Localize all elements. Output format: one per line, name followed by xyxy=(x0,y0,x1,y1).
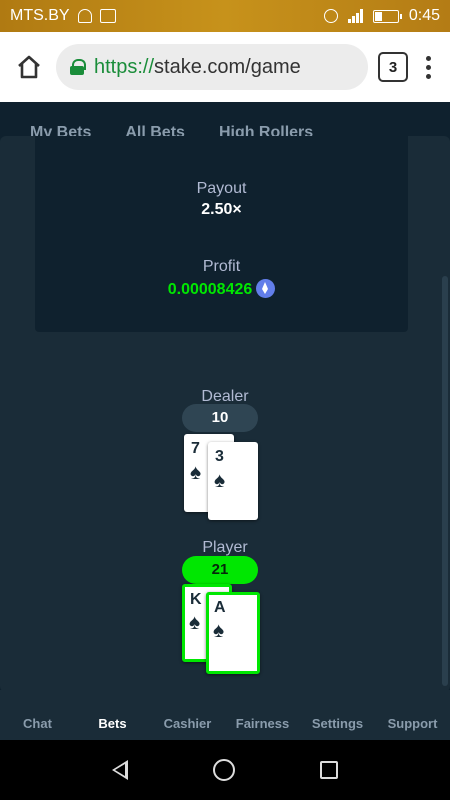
player-score-badge: 21 xyxy=(182,556,258,584)
tab-switcher-button[interactable]: 3 xyxy=(378,52,408,82)
profit-row: 0.00008426 xyxy=(35,279,408,299)
profit-field: Profit 0.00008426 xyxy=(35,258,408,299)
bottom-nav: Chat Bets Cashier Fairness Settings Supp… xyxy=(0,700,450,740)
spade-icon: ♠ xyxy=(189,611,201,634)
home-icon xyxy=(18,55,40,79)
card-rank: 3 xyxy=(215,448,224,465)
nav-fairness[interactable]: Fairness xyxy=(225,716,300,731)
bet-amount-row xyxy=(35,136,408,144)
overflow-menu-button[interactable] xyxy=(418,55,438,79)
bet-details-modal: Payout 2.50× Profit 0.00008426 Dealer 10… xyxy=(0,136,450,692)
nav-bets[interactable]: Bets xyxy=(75,716,150,731)
spade-icon: ♠ xyxy=(214,469,226,492)
browser-toolbar: https://stake.com/game 3 xyxy=(0,32,450,102)
card-rank: K xyxy=(190,591,202,608)
player-card: A ♠ xyxy=(206,592,260,674)
card-rank: 7 xyxy=(191,440,200,457)
address-bar[interactable]: https://stake.com/game xyxy=(56,44,368,90)
ethereum-icon xyxy=(256,279,276,298)
payout-field: Payout 2.50× xyxy=(35,180,408,219)
spade-icon: ♠ xyxy=(190,461,202,484)
dealer-score-badge: 10 xyxy=(182,404,258,432)
nav-divider xyxy=(0,690,450,700)
nav-support[interactable]: Support xyxy=(375,716,450,731)
url-host: stake.com/game xyxy=(154,55,301,78)
page-content: My Bets All Bets High Rollers Payout 2.5… xyxy=(0,102,450,740)
menu-dot-icon xyxy=(425,64,431,70)
bet-result-panel: Payout 2.50× Profit 0.00008426 xyxy=(35,136,408,332)
profit-value: 0.00008426 xyxy=(167,281,253,298)
status-bar: MTS.BY 0:45 xyxy=(0,0,450,32)
spade-icon: ♠ xyxy=(213,619,225,642)
payout-label: Payout xyxy=(196,180,247,197)
nav-cashier[interactable]: Cashier xyxy=(150,716,225,731)
profit-label: Profit xyxy=(202,258,241,275)
payout-value: 2.50× xyxy=(201,201,242,218)
battery-icon xyxy=(372,9,402,23)
back-icon[interactable] xyxy=(112,760,129,780)
dealer-card: 3 ♠ xyxy=(208,442,258,520)
nav-settings[interactable]: Settings xyxy=(300,716,375,731)
menu-dot-icon xyxy=(425,55,431,61)
menu-dot-icon xyxy=(425,73,431,79)
url-scheme: https:// xyxy=(94,55,155,78)
card-rank: A xyxy=(214,599,226,616)
lock-icon xyxy=(70,59,86,75)
nav-chat[interactable]: Chat xyxy=(0,716,75,731)
recents-icon[interactable] xyxy=(319,761,338,779)
usb-icon xyxy=(77,9,92,23)
clock: 0:45 xyxy=(408,7,440,24)
modal-scrollbar[interactable] xyxy=(442,276,448,686)
home-button[interactable] xyxy=(12,50,46,84)
image-icon xyxy=(99,9,116,23)
system-nav-bar xyxy=(0,740,450,800)
signal-icon xyxy=(347,9,363,23)
carrier-label: MTS.BY xyxy=(10,7,70,24)
url-text[interactable]: https://stake.com/game xyxy=(94,56,301,79)
home-circle-icon[interactable] xyxy=(212,759,235,781)
alarm-icon xyxy=(323,9,338,23)
player-label: Player xyxy=(202,539,248,556)
